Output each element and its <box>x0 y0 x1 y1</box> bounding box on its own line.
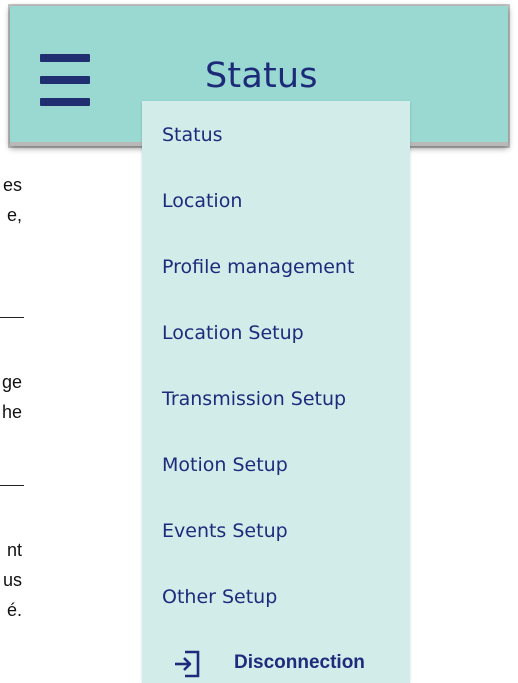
logout-icon <box>175 650 200 678</box>
disconnect-label: Disconnection <box>234 652 365 673</box>
background-text: ge <box>1 372 22 392</box>
background-text: e, <box>6 205 22 225</box>
background-text: he <box>1 402 22 422</box>
background-text: é. <box>6 600 22 620</box>
background-text: nt <box>6 540 22 560</box>
background-text: es <box>2 175 22 195</box>
divider <box>0 317 24 318</box>
navigation-drawer: Status Location Profile management Locat… <box>142 101 410 683</box>
hamburger-menu-icon[interactable] <box>40 54 90 108</box>
divider <box>0 485 24 486</box>
menu-item-status[interactable]: Status <box>162 124 223 146</box>
menu-item-events-setup[interactable]: Events Setup <box>162 520 288 542</box>
menu-item-other-setup[interactable]: Other Setup <box>162 586 277 608</box>
menu-item-transmission-setup[interactable]: Transmission Setup <box>162 388 346 410</box>
background-text: us <box>2 570 22 590</box>
disconnect-button[interactable]: Disconnection <box>162 649 392 679</box>
page-title: Status <box>205 56 318 96</box>
menu-item-motion-setup[interactable]: Motion Setup <box>162 454 288 476</box>
menu-item-location-setup[interactable]: Location Setup <box>162 322 304 344</box>
menu-item-profile-management[interactable]: Profile management <box>162 256 354 278</box>
menu-item-location[interactable]: Location <box>162 190 242 212</box>
